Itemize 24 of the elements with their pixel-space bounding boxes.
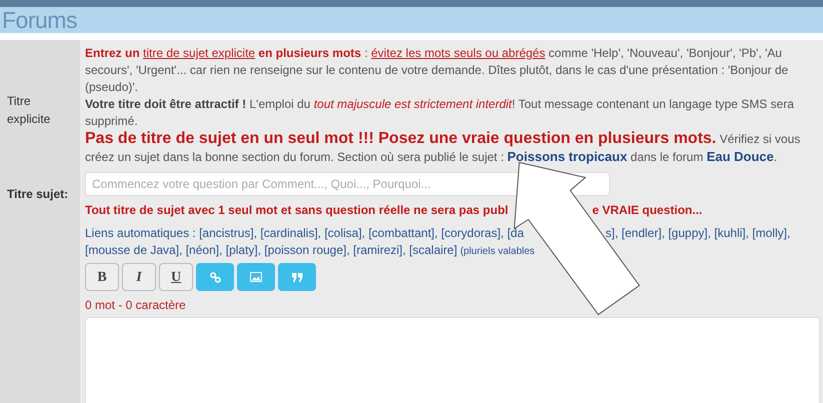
field-label: Titre explicite [6, 92, 52, 128]
intro-text: Entrez un titre de sujet explicite en plusieurs mots : évitez les mots seuls ou abrégés comme 'Help', 'Nouveau', 'Bonjour', 'Pb', 'Au secours', 'Urgent'... car rien ne renseigne sur le contenu de votre demande. Dîtes plutôt, dans le cas d'une présentation : 'Bonjour de (pseudo)'. [85, 45, 790, 96]
rule-link[interactable]: titre de sujet explicite [143, 46, 256, 60]
page-title: Forums [2, 7, 77, 33]
underline-button[interactable]: U [159, 263, 193, 291]
auto-links-text: Liens automatiques : [ancistrus], [cardinalis], [colisa], [combattant], [corydoras], [da [85, 225, 524, 242]
warning-text: Pas de titre de sujet en un seul mot !!! Posez une vraie question en plusieurs mots. Vérifiez si vous créez un sujet dans la bonne section du forum. Section où sera publié le sujet : Poissons tropicaux dans le forum Eau Douce. [85, 130, 802, 166]
image-button[interactable] [237, 263, 275, 291]
warning-text: e VRAIE question... [592, 202, 702, 219]
link-button[interactable] [196, 263, 234, 291]
field-label: Titre sujet: [6, 187, 70, 201]
counter-text: 0 mot - 0 caractère [85, 297, 187, 314]
italic-button[interactable]: I [122, 263, 156, 291]
bold-button[interactable]: B [85, 263, 119, 291]
auto-links-text: s], [endler], [guppy], [kuhli], [molly], [606, 225, 790, 242]
note-text: (pluriels valables [460, 245, 535, 259]
quote-button[interactable] [278, 263, 316, 291]
rules-text: Votre titre doit être attractif ! L'emploi du tout majuscule est strictement interdit! Tout message contenant un langage type SMS sera supprimé. [85, 96, 795, 130]
auto-links-text: [mousse de Java], [néon], [platy], [poisson rouge], [ramirezi], [scalaire] [85, 242, 458, 259]
link-icon [210, 272, 220, 282]
quote-icon [292, 272, 302, 282]
image-icon [250, 272, 262, 282]
rule-link[interactable]: évitez les mots seuls ou abrégés [371, 46, 546, 60]
warning-text: Tout titre de sujet avec 1 seul mot et sans question réelle ne sera pas publ [85, 202, 508, 219]
